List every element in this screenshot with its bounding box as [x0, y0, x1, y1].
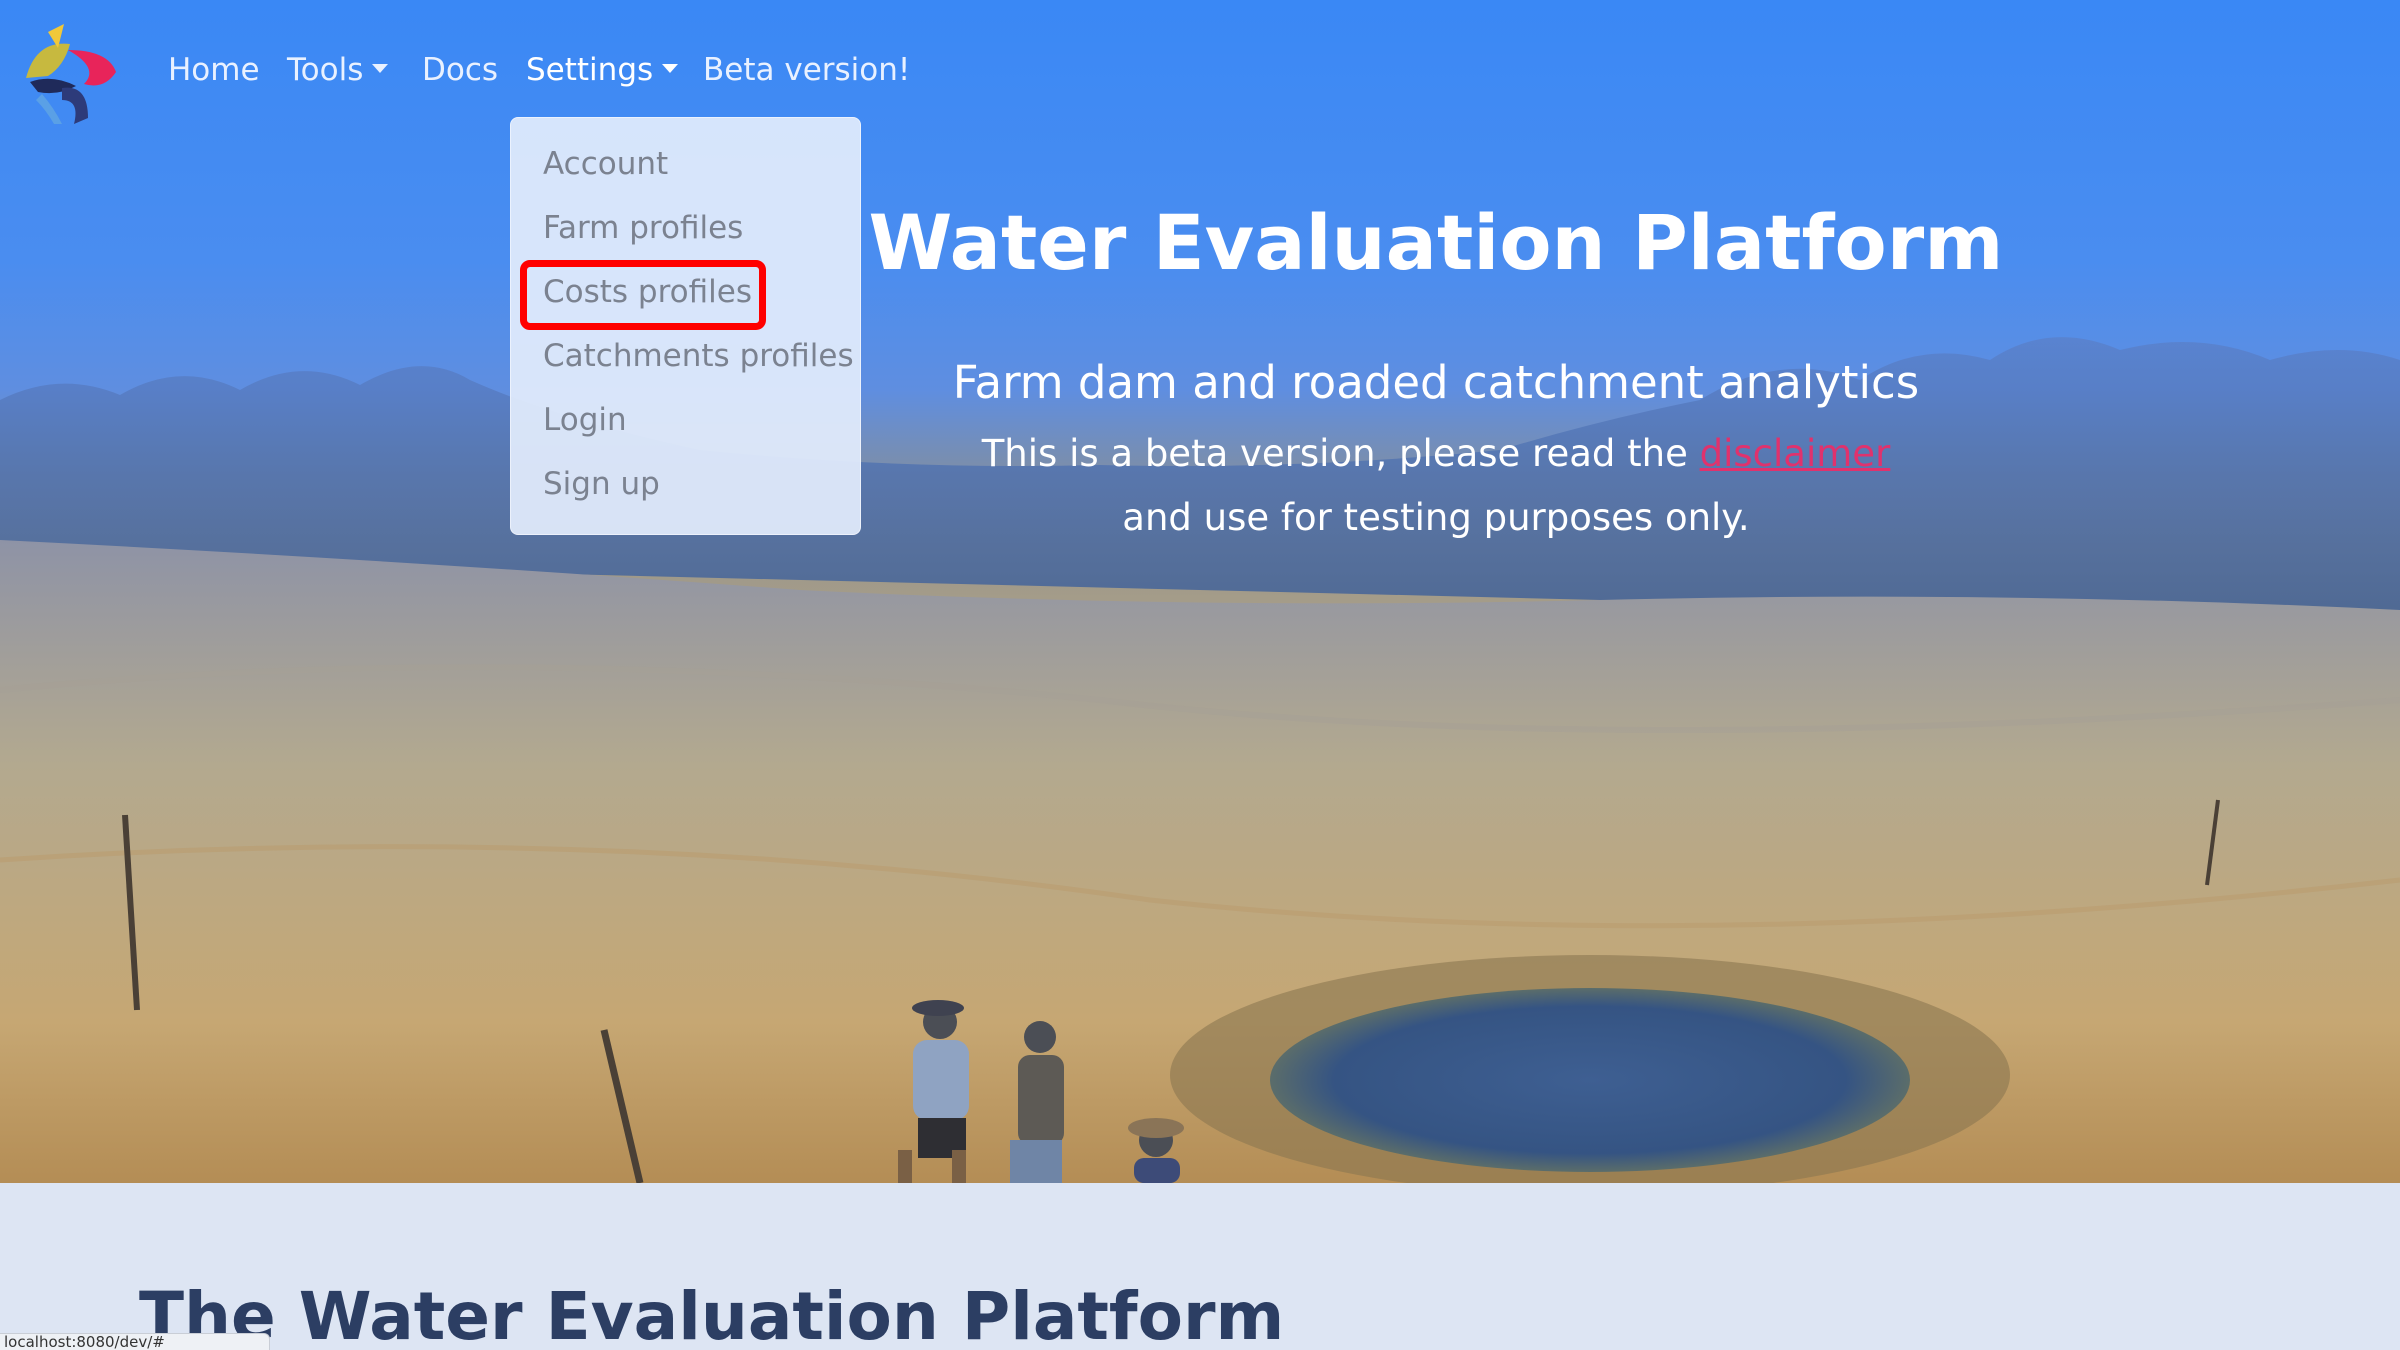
nav-settings-dropdown[interactable]: Settings	[526, 52, 679, 88]
chevron-down-icon	[662, 64, 679, 73]
hero-title: Water Evaluation Platform	[868, 198, 2004, 287]
beta-notice-line: This is a beta version, please read the …	[0, 432, 2400, 475]
nav-settings-label: Settings	[526, 52, 654, 88]
hero-subtitle: Farm dam and roaded catchment analytics	[952, 356, 1920, 409]
nav-tools-dropdown[interactable]: Tools	[287, 52, 389, 88]
section-title: The Water Evaluation Platform	[139, 1278, 1285, 1350]
beta-notice-text: This is a beta version, please read the	[981, 432, 1700, 475]
hero-banner	[0, 0, 2400, 1183]
disclaimer-link[interactable]: disclaimer	[1700, 432, 1891, 475]
nav-home[interactable]: Home	[168, 52, 260, 88]
menu-item-account[interactable]: Account	[543, 146, 668, 182]
nav-docs[interactable]: Docs	[422, 52, 498, 88]
chevron-down-icon	[372, 64, 389, 73]
nav-tools-label: Tools	[287, 52, 364, 88]
testing-notice-line: and use for testing purposes only.	[1122, 496, 1750, 539]
nav-beta-version[interactable]: Beta version!	[703, 52, 910, 88]
farm-dam-photo	[0, 337, 2400, 1183]
browser-status-url: localhost:8080/dev/#	[0, 1333, 270, 1350]
top-navbar: Home Tools Docs Settings Beta version!	[0, 0, 2400, 148]
brand-logo[interactable]	[18, 20, 122, 126]
